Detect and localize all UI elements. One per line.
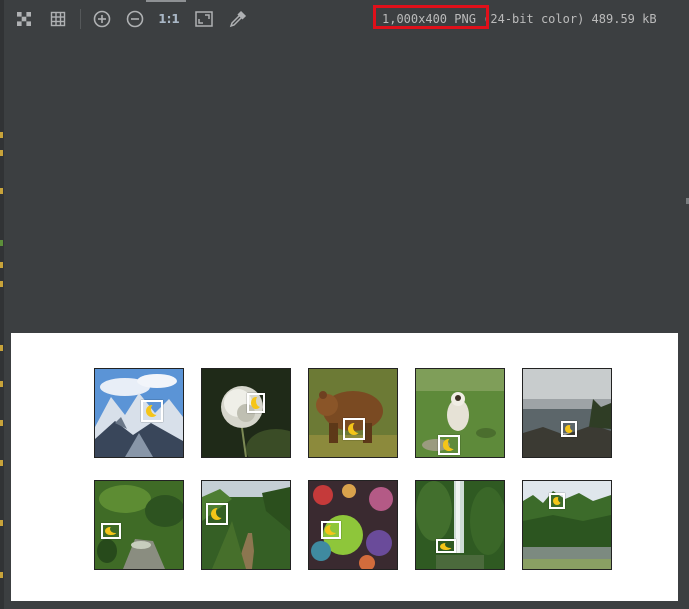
moon-icon (321, 521, 341, 539)
gutter-marker (0, 281, 3, 287)
moon-icon (438, 435, 460, 455)
grid-icon[interactable] (48, 9, 68, 29)
gutter-marker (0, 345, 3, 351)
thumbnail-marmot (415, 368, 505, 458)
actual-size-icon[interactable]: 1:1 (158, 9, 180, 29)
moon-icon (101, 523, 121, 539)
checkerboard-icon[interactable] (14, 9, 34, 29)
highlight-box (373, 5, 489, 29)
image-viewer-toolbar: 1:1 1,000x400 PNG (24-bit color) 489.59 … (4, 0, 689, 38)
actual-size-label: 1:1 (158, 12, 180, 26)
gutter-marker (0, 572, 3, 578)
gutter-marker (0, 262, 3, 268)
image-canvas (11, 333, 678, 601)
thumbnail-waterfall (415, 480, 505, 570)
thumbnail-shoreline (522, 368, 612, 458)
gutter-marker (0, 381, 3, 387)
fit-screen-icon[interactable] (194, 9, 214, 29)
zoom-in-icon[interactable] (92, 9, 112, 29)
moon-icon (561, 421, 577, 437)
gutter-marker (0, 520, 3, 526)
thumbnail-forest-stream (94, 480, 184, 570)
thumbnail-bear (308, 368, 398, 458)
thumbnail-mountains (94, 368, 184, 458)
moon-icon (141, 400, 163, 422)
thumbnail-river-valley (201, 480, 291, 570)
gutter-marker (0, 240, 3, 246)
moon-icon (549, 493, 565, 509)
gutter-marker (0, 150, 3, 156)
gutter-marker (0, 420, 3, 426)
thumbnail-dandelion (201, 368, 291, 458)
gutter-marker (0, 132, 3, 138)
color-picker-icon[interactable] (228, 9, 248, 29)
thumbnail-coral-reef (308, 480, 398, 570)
moon-icon (436, 539, 456, 553)
left-gutter (0, 0, 4, 609)
moon-icon (343, 418, 365, 440)
active-tab-indicator (146, 0, 186, 2)
image-color-depth: (24-bit color) (483, 12, 585, 26)
toolbar-separator (80, 9, 81, 29)
thumbnail-lakeshore (522, 480, 612, 570)
gutter-marker (0, 188, 3, 194)
moon-icon (206, 503, 228, 525)
moon-icon (247, 393, 265, 413)
zoom-out-icon[interactable] (125, 9, 145, 29)
image-info: 1,000x400 PNG (24-bit color) 489.59 kB (373, 5, 657, 29)
gutter-marker (0, 460, 3, 466)
image-file-size: 489.59 kB (591, 12, 657, 26)
